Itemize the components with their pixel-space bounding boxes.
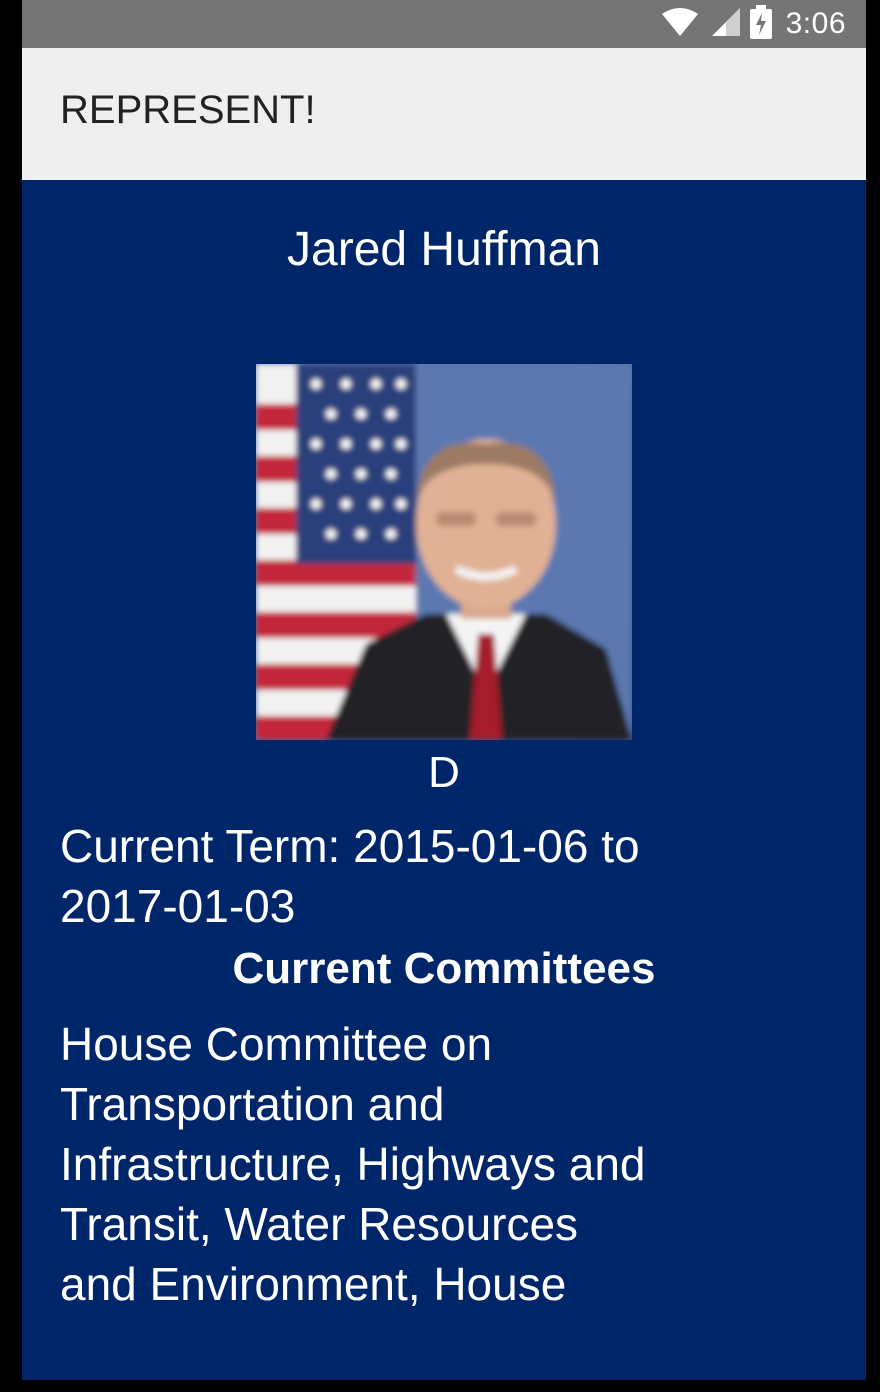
status-icons: 3:06	[660, 0, 846, 48]
party-label: D	[428, 748, 460, 797]
phone-screen: 3:06 REPRESENT! Jared Huffman D Current …	[22, 0, 866, 1380]
portrait-photo-icon	[256, 364, 632, 740]
app-title: REPRESENT!	[60, 88, 316, 132]
committees-heading: Current Committees	[232, 944, 656, 993]
cell-signal-icon	[708, 6, 742, 43]
wifi-icon	[660, 6, 700, 43]
representative-detail: Jared Huffman D Current Term: 2015-01-06…	[22, 180, 866, 1380]
committees-list: House Committee on Transportation and In…	[60, 1018, 646, 1310]
representative-name: Jared Huffman	[287, 223, 601, 276]
status-bar: 3:06	[22, 0, 866, 48]
representative-photo	[256, 364, 632, 740]
current-term: Current Term: 2015-01-06 to 2017-01-03	[60, 820, 640, 932]
battery-charging-icon	[749, 4, 772, 44]
app-bar: REPRESENT!	[22, 48, 866, 180]
status-time: 3:06	[785, 7, 846, 40]
